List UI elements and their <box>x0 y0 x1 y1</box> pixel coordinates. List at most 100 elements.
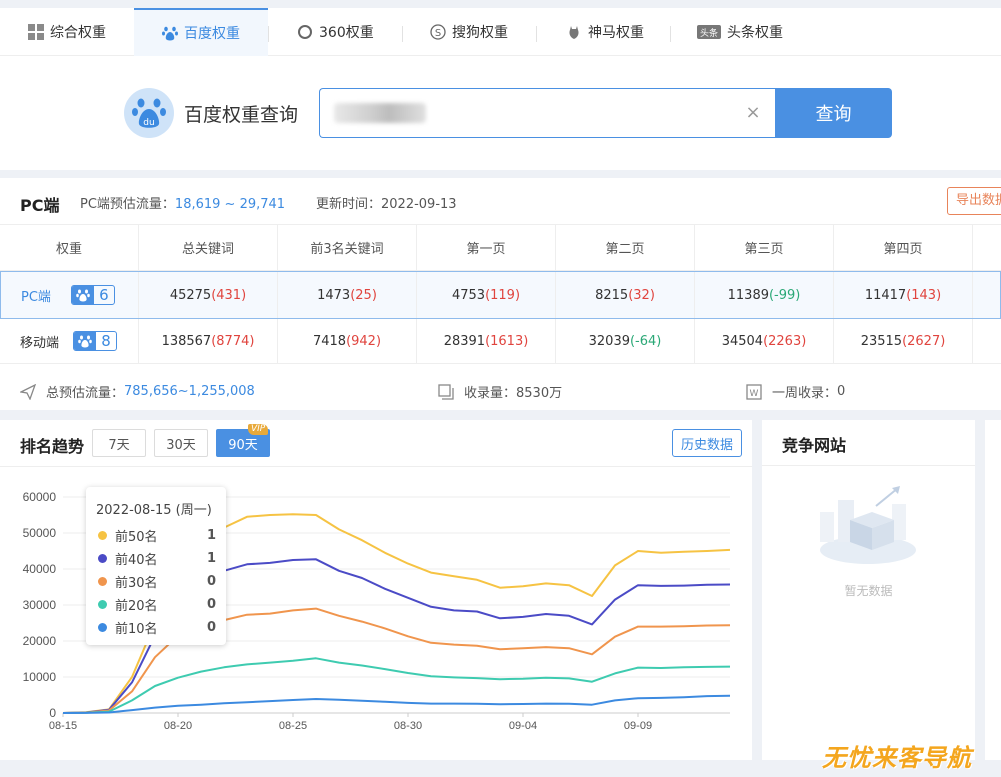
range-7d-button[interactable]: 7天 <box>92 429 146 457</box>
search-title: 百度权重查询 <box>184 104 299 126</box>
stats-title: PC端 <box>20 196 60 215</box>
tab-label: 搜狗权重 <box>452 25 508 41</box>
export-data-button[interactable]: 导出数据 <box>947 187 1001 215</box>
cell-delta: (2627) <box>902 333 946 349</box>
pc-traffic-value: 18,619 ~ 29,741 <box>174 197 286 212</box>
competitor-header: 竞争网站 <box>762 420 975 466</box>
baidu-paw-icon <box>74 332 97 350</box>
shenma-icon <box>566 24 582 40</box>
series-value: 0 <box>206 597 216 612</box>
cell-value: 32039 <box>588 333 630 349</box>
cell-value: 1473 <box>317 287 351 303</box>
series-value: 0 <box>206 574 216 589</box>
weekly-label: 一周收录： <box>772 386 838 401</box>
series-value: 1 <box>206 551 216 566</box>
baidu-logo-icon: du <box>124 88 174 138</box>
series-dot <box>98 600 107 609</box>
tab-shenma-weight[interactable]: 神马权重 <box>566 8 644 56</box>
table-cell: 23515 (2627) <box>834 319 973 363</box>
indexed-count: 收录量： 8530万 <box>438 382 562 401</box>
table-cell: 32039 (-64) <box>556 319 695 363</box>
trend-header: 排名趋势 7天 30天 90天 VIP 历史数据 <box>0 420 752 467</box>
table-cell: 28391 (1613) <box>417 319 556 363</box>
competitor-title: 竞争网站 <box>782 436 847 455</box>
series-dot <box>98 531 107 540</box>
table-row-pc[interactable]: PC端 6 45275 (431) 1473 (25) 4753 (119) 8215… <box>0 271 1001 319</box>
tooltip-row: 前10名 0 <box>96 616 216 639</box>
x-tick-label: 09-09 <box>624 720 652 732</box>
cell-delta: (119) <box>485 287 521 303</box>
vip-badge: VIP <box>248 424 269 435</box>
weight-badge: 6 <box>70 285 115 305</box>
search-box: × <box>319 88 775 138</box>
column-header: 总关键词 <box>139 225 278 270</box>
next-card-edge <box>985 420 1001 760</box>
toutiao-icon: 头条 <box>697 24 721 40</box>
series-line <box>62 657 731 714</box>
y-tick-label: 40000 <box>23 562 57 576</box>
y-tick-label: 60000 <box>23 490 57 504</box>
x-tick-label: 08-25 <box>279 720 307 732</box>
weight-badge: 8 <box>73 331 118 351</box>
series-name: 前40名 <box>115 553 158 568</box>
history-data-button[interactable]: 历史数据 <box>672 429 742 457</box>
table-cell: 11389 (-99) <box>695 272 834 318</box>
tooltip-row: 前30名 0 <box>96 570 216 593</box>
cell-value: 138567 <box>161 333 212 349</box>
trend-title: 排名趋势 <box>20 437 85 456</box>
column-header: 第二页 <box>556 225 695 270</box>
document-icon: W <box>746 383 762 400</box>
y-tick-label: 30000 <box>23 598 57 612</box>
series-value: 0 <box>206 620 216 635</box>
series-value: 1 <box>206 528 216 543</box>
weekly-value: 0 <box>837 384 846 399</box>
y-tick-label: 10000 <box>23 670 57 684</box>
cell-delta: (32) <box>628 287 655 303</box>
tab-baidu-weight[interactable]: 百度权重 <box>134 8 268 56</box>
chart-tooltip: 2022-08-15 (周一) 前50名 1 前40名 1 前30名 0 前20名 0 … <box>86 487 226 645</box>
tab-toutiao-weight[interactable]: 头条 头条权重 <box>697 8 783 56</box>
row-label: PC端 <box>21 289 51 305</box>
svg-text:du: du <box>143 118 154 128</box>
tooltip-row: 前50名 1 <box>96 524 216 547</box>
domain-search-input[interactable] <box>332 99 732 127</box>
cell-delta: (8774) <box>211 333 255 349</box>
sogou-icon: S <box>430 24 446 40</box>
tooltip-row: 前40名 1 <box>96 547 216 570</box>
svg-text:W: W <box>750 389 759 399</box>
copy-icon <box>438 383 454 400</box>
cell-value: 34504 <box>721 333 764 349</box>
x-tick-label: 08-15 <box>49 720 77 732</box>
row-label-cell: 移动端 8 <box>0 319 139 363</box>
tab-sogou-weight[interactable]: S 搜狗权重 <box>430 8 508 56</box>
table-header-row: 权重 总关键词 前3名关键词 第一页 第二页 第三页 第四页 <box>0 225 1001 271</box>
search-card: 综合权重 百度权重 360权重 S 搜狗权重 神马权重 头条 头条权重 du 百… <box>0 8 1001 170</box>
search-row: du 百度权重查询 × 查询 <box>0 64 1001 170</box>
table-row-mobile[interactable]: 移动端 8 138567 (8774) 7418 (942) 28391 (1613)… <box>0 319 1001 364</box>
tab-360-weight[interactable]: 360权重 <box>297 8 374 56</box>
table-cell: 34504 (2263) <box>695 319 834 363</box>
svg-text:S: S <box>435 28 441 39</box>
pc-traffic: PC端预估流量：18,619 ~ 29,741 <box>80 193 285 212</box>
stats-footer: 总预估流量： 785,656~1,255,008 收录量： 8530万 W 一周收录… <box>0 372 1001 410</box>
total-traffic: 总预估流量： 785,656~1,255,008 <box>20 382 255 401</box>
competitor-card: 竞争网站 暂无数据 <box>762 420 975 760</box>
cell-value: 7418 <box>312 333 347 349</box>
x-tick-label: 09-04 <box>509 720 537 732</box>
series-name: 前10名 <box>115 622 158 637</box>
cell-delta: (2263) <box>763 333 807 349</box>
baidu-paw-icon <box>71 286 94 304</box>
column-header: 第三页 <box>695 225 834 270</box>
query-button[interactable]: 查询 <box>775 88 892 138</box>
column-header: 第一页 <box>417 225 556 270</box>
cell-value: 11417 <box>864 287 907 303</box>
cell-value: 11389 <box>727 287 769 303</box>
series-name: 前20名 <box>115 599 158 614</box>
cell-delta: (431) <box>211 287 247 303</box>
tab-composite-weight[interactable]: 综合权重 <box>28 8 106 56</box>
tab-divider <box>268 26 269 42</box>
clear-icon[interactable]: × <box>743 103 763 123</box>
table-cell: 1473 (25) <box>278 272 417 318</box>
row-label-cell: PC端 6 <box>1 272 139 318</box>
range-30d-button[interactable]: 30天 <box>154 429 208 457</box>
